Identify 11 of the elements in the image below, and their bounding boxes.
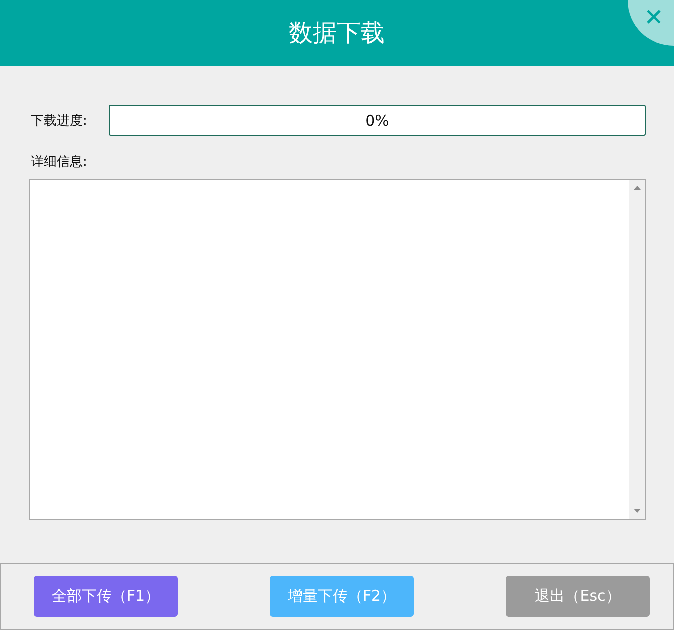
- details-label: 详细信息:: [31, 154, 88, 171]
- scrollbar[interactable]: [629, 180, 645, 519]
- action-button[interactable]: 全部下传（F1）: [34, 576, 178, 617]
- progress-reading: 0%: [366, 112, 390, 130]
- action-button[interactable]: 退出（Esc）: [506, 576, 650, 617]
- progress-label: 下载进度:: [31, 112, 88, 130]
- close-icon: [646, 9, 662, 25]
- scroll-up-icon[interactable]: [634, 186, 640, 190]
- window-title: 数据下载: [289, 18, 385, 49]
- scroll-down-icon[interactable]: [634, 509, 640, 513]
- action-button[interactable]: 增量下传（F2）: [270, 576, 414, 617]
